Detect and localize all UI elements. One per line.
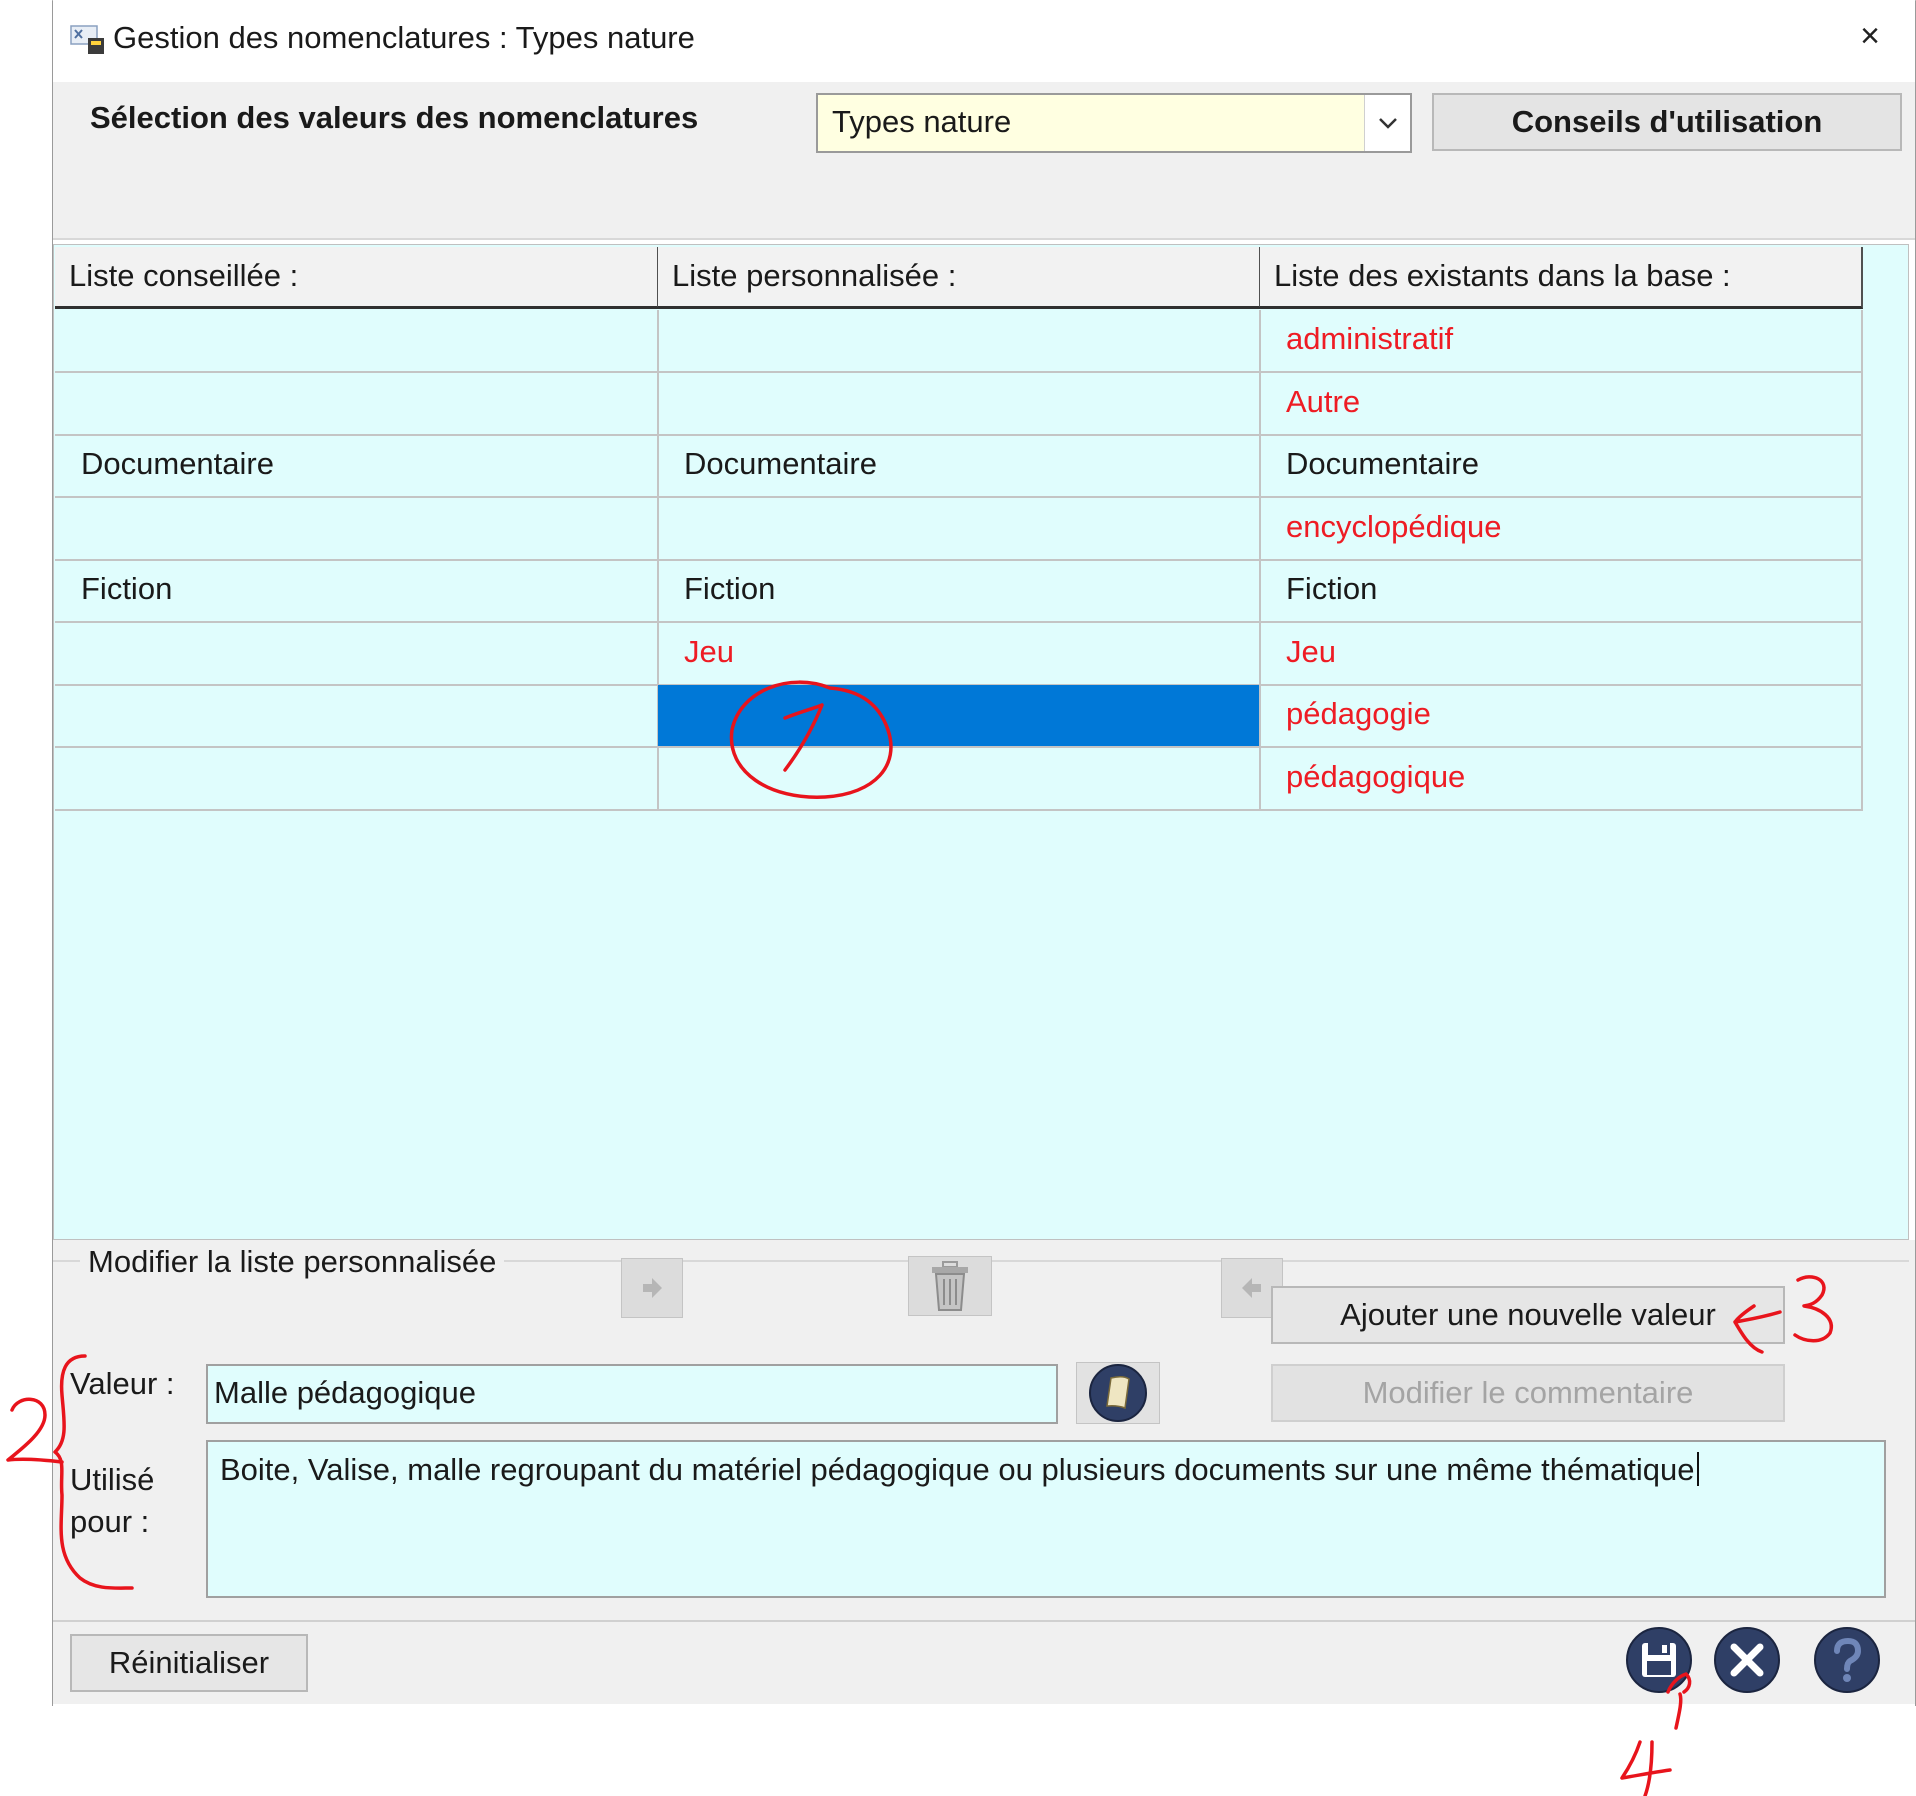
app-icon: [70, 25, 104, 54]
conseils-button[interactable]: Conseils d'utilisation: [1432, 93, 1902, 151]
trash-icon: [932, 1261, 968, 1311]
grid-cell-personnalisee[interactable]: [658, 372, 1261, 436]
grid-cell-existants[interactable]: Jeu: [1260, 622, 1863, 686]
grid-cell-conseillee[interactable]: [55, 372, 659, 436]
nomenclature-select-value: Types nature: [832, 104, 1012, 139]
grid-cell-conseillee[interactable]: [55, 685, 659, 748]
annotation-digit-4: [1620, 1740, 1672, 1796]
column-header-conseillee[interactable]: Liste conseillée :: [55, 247, 659, 309]
modify-group-label: Modifier la liste personnalisée: [80, 1244, 505, 1280]
dropdown-button[interactable]: [1364, 95, 1410, 151]
grid-cell-personnalisee[interactable]: [658, 497, 1261, 561]
add-value-button[interactable]: Ajouter une nouvelle valeur: [1271, 1286, 1785, 1344]
grid-cell-existants[interactable]: Fiction: [1260, 560, 1863, 623]
valeur-label: Valeur :: [70, 1366, 175, 1401]
chevron-down-icon: [1379, 118, 1397, 129]
grid-cell-conseillee[interactable]: Fiction: [55, 560, 659, 623]
arrow-left-icon: [1242, 1278, 1261, 1298]
delete-button[interactable]: [908, 1256, 992, 1316]
grid-cell-personnalisee[interactable]: Jeu: [658, 622, 1261, 686]
grid-cell-existants[interactable]: pédagogique: [1260, 747, 1863, 811]
selection-label: Sélection des valeurs des nomenclatures: [90, 100, 699, 135]
move-right-button[interactable]: [621, 1258, 683, 1318]
grid-cell-personnalisee[interactable]: [658, 685, 1261, 748]
reset-button[interactable]: Réinitialiser: [70, 1634, 308, 1692]
utilise-label-line2: pour :: [70, 1504, 150, 1539]
grid-cell-personnalisee[interactable]: Documentaire: [658, 435, 1261, 498]
grid-cell-personnalisee[interactable]: [658, 310, 1261, 373]
grid-cell-existants[interactable]: administratif: [1260, 310, 1863, 373]
valeur-input[interactable]: Malle pédagogique: [206, 1364, 1058, 1424]
text-caret: [1696, 1452, 1699, 1486]
edit-comment-button[interactable]: Modifier le commentaire: [1271, 1364, 1785, 1422]
cancel-icon[interactable]: [1712, 1625, 1782, 1695]
grid-cell-existants[interactable]: pédagogie: [1260, 685, 1863, 748]
utilise-label-line1: Utilisé: [70, 1462, 155, 1497]
dictionary-button[interactable]: [1076, 1362, 1160, 1424]
grid-cell-existants[interactable]: encyclopédique: [1260, 497, 1863, 561]
grid-cell-conseillee[interactable]: [55, 747, 659, 811]
grid-cell-conseillee[interactable]: [55, 497, 659, 561]
book-icon: [1089, 1364, 1147, 1422]
save-icon[interactable]: [1624, 1625, 1694, 1695]
help-icon[interactable]: [1812, 1625, 1882, 1695]
utilise-textarea[interactable]: Boite, Valise, malle regroupant du matér…: [206, 1440, 1886, 1598]
grid-cell-conseillee[interactable]: [55, 310, 659, 373]
utilise-text: Boite, Valise, malle regroupant du matér…: [220, 1452, 1695, 1487]
arrow-right-icon: [643, 1278, 662, 1298]
grid-cell-existants[interactable]: Documentaire: [1260, 435, 1863, 498]
window-title: Gestion des nomenclatures : Types nature: [113, 20, 695, 55]
grid-cell-personnalisee[interactable]: Fiction: [658, 560, 1261, 623]
grid-cell-conseillee[interactable]: [55, 622, 659, 686]
column-header-existants[interactable]: Liste des existants dans la base :: [1260, 247, 1863, 309]
close-window-icon[interactable]: ×: [1852, 18, 1888, 54]
column-header-personnalisee[interactable]: Liste personnalisée :: [658, 247, 1261, 309]
grid-cell-existants[interactable]: Autre: [1260, 372, 1863, 436]
grid-cell-conseillee[interactable]: Documentaire: [55, 435, 659, 498]
grid-cell-personnalisee[interactable]: [658, 747, 1261, 811]
